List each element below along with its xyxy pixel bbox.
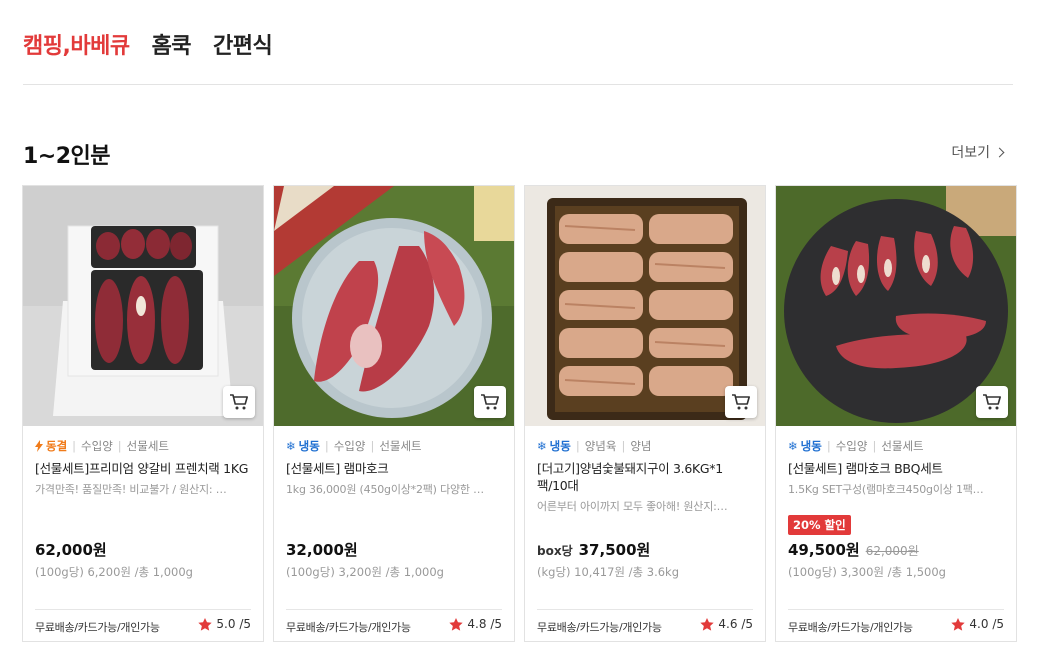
price-row: 32,000원: [286, 539, 358, 560]
product-tags: ❄ 냉동 | 양념육 | 양념: [537, 439, 652, 453]
product-tags: 동결 | 수입양 | 선물세트: [35, 438, 251, 454]
product-description: 어른부터 아이까지 모두 좋아해! 원산지:…: [537, 500, 728, 513]
product-image[interactable]: [23, 186, 263, 426]
rating-value: 4.8 /5: [467, 617, 502, 631]
rating: 4.8 /5: [449, 617, 502, 631]
product-name[interactable]: [선물세트] 램마호크: [286, 460, 502, 477]
product-card[interactable]: ❄ 냉동 | 양념육 | 양념 [더고기]양념숯불돼지구이 3.6KG*1팩/1…: [524, 185, 766, 642]
snowflake-icon: ❄: [537, 439, 547, 453]
snowflake-icon: ❄: [788, 439, 798, 453]
category-tabs: 캠핑,바베큐 홈쿡 간편식: [23, 28, 273, 60]
original-price: 62,000원: [865, 544, 919, 558]
product-description: 1.5Kg SET구성(램마호크450g이상 1팩…: [788, 483, 984, 496]
price-row: box당 37,500원: [537, 539, 650, 560]
lightning-icon: [35, 440, 43, 452]
product-tags: ❄ 냉동 | 수입양 | 선물세트: [286, 439, 422, 453]
product-card[interactable]: ❄ 냉동 | 수입양 | 선물세트 [선물세트] 램마호크 1kg 36,000…: [273, 185, 515, 642]
star-icon: [198, 617, 213, 631]
card-divider: [788, 609, 1004, 610]
section-title: 1~2인분: [23, 144, 111, 169]
cart-icon: [732, 394, 750, 410]
add-to-cart-button[interactable]: [725, 386, 757, 418]
cart-icon: [481, 394, 499, 410]
rating: 4.6 /5: [700, 617, 753, 631]
rating: 5.0 /5: [198, 617, 251, 631]
product-name[interactable]: [더고기]양념숯불돼지구이 3.6KG*1팩/10대: [537, 460, 753, 494]
product-name[interactable]: [선물세트] 램마호크 BBQ세트: [788, 460, 1004, 477]
tabs-divider: [23, 84, 1013, 85]
star-icon: [449, 617, 464, 631]
star-icon: [700, 617, 715, 631]
storage-tag: 동결: [35, 438, 67, 454]
snowflake-icon: ❄: [286, 439, 296, 453]
rating-value: 4.6 /5: [718, 617, 753, 631]
shipping-info: 무료배송/카드가능/개인가능: [537, 621, 662, 634]
category-tag: 수입양: [81, 439, 113, 453]
category-tag: 수입양: [835, 439, 868, 453]
star-icon: [951, 617, 966, 631]
product-image[interactable]: [525, 186, 765, 426]
card-divider: [286, 609, 502, 610]
rating: 4.0 /5: [951, 617, 1004, 631]
cart-icon: [230, 394, 248, 410]
price: 62,000원: [35, 541, 107, 559]
add-to-cart-button[interactable]: [223, 386, 255, 418]
category-tag: 양념: [630, 439, 652, 453]
price-row: 49,500원 62,000원: [788, 539, 919, 560]
rating-value: 5.0 /5: [216, 617, 251, 631]
storage-tag: ❄ 냉동: [286, 439, 320, 453]
product-card[interactable]: ❄ 냉동 | 수입양 | 선물세트 [선물세트] 램마호크 BBQ세트 1.5K…: [775, 185, 1017, 642]
shipping-info: 무료배송/카드가능/개인가능: [35, 621, 160, 634]
price: 49,500원: [788, 541, 860, 559]
unit-price: (100g당) 6,200원 /총 1,000g: [35, 565, 193, 579]
price-unit: box당: [537, 544, 573, 558]
chevron-right-icon: [994, 147, 1005, 158]
category-tag: 선물세트: [379, 439, 422, 453]
more-label: 더보기: [951, 145, 990, 161]
product-image[interactable]: [274, 186, 514, 426]
product-list: 동결 | 수입양 | 선물세트 [선물세트]프리미엄 양갈비 프렌치랙 1KG …: [22, 185, 1017, 642]
category-tag: 선물세트: [881, 439, 924, 453]
product-tags: ❄ 냉동 | 수입양 | 선물세트: [788, 439, 924, 453]
shipping-info: 무료배송/카드가능/개인가능: [286, 621, 411, 634]
tab-camping-bbq[interactable]: 캠핑,바베큐: [23, 28, 130, 60]
category-tag: 선물세트: [126, 439, 169, 453]
tab-convenience-food[interactable]: 간편식: [213, 28, 273, 60]
add-to-cart-button[interactable]: [976, 386, 1008, 418]
unit-price: (100g당) 3,200원 /총 1,000g: [286, 565, 444, 579]
unit-price: (100g당) 3,300원 /총 1,500g: [788, 565, 946, 579]
category-tag: 수입양: [333, 439, 366, 453]
product-description: 가격만족! 품질만족! 비교불가 / 원산지: …: [35, 483, 227, 496]
card-divider: [35, 609, 251, 610]
price: 32,000원: [286, 541, 358, 559]
unit-price: (kg당) 10,417원 /총 3.6kg: [537, 565, 680, 579]
price: 37,500원: [578, 541, 651, 559]
category-tag: 양념육: [584, 439, 617, 453]
product-name[interactable]: [선물세트]프리미엄 양갈비 프렌치랙 1KG: [35, 460, 251, 477]
cart-icon: [983, 394, 1001, 410]
rating-value: 4.0 /5: [969, 617, 1004, 631]
tab-homecook[interactable]: 홈쿡: [152, 28, 192, 60]
product-card[interactable]: 동결 | 수입양 | 선물세트 [선물세트]프리미엄 양갈비 프렌치랙 1KG …: [22, 185, 264, 642]
more-link[interactable]: 더보기: [951, 142, 1005, 162]
shipping-info: 무료배송/카드가능/개인가능: [788, 621, 913, 634]
storage-tag: ❄ 냉동: [537, 439, 571, 453]
card-divider: [537, 609, 753, 610]
storage-tag: ❄ 냉동: [788, 439, 822, 453]
product-image[interactable]: [776, 186, 1016, 426]
discount-badge: 20% 할인: [788, 515, 851, 535]
price-row: 62,000원: [35, 539, 107, 560]
product-description: 1kg 36,000원 (450g이상*2팩) 다양한 …: [286, 483, 484, 496]
add-to-cart-button[interactable]: [474, 386, 506, 418]
